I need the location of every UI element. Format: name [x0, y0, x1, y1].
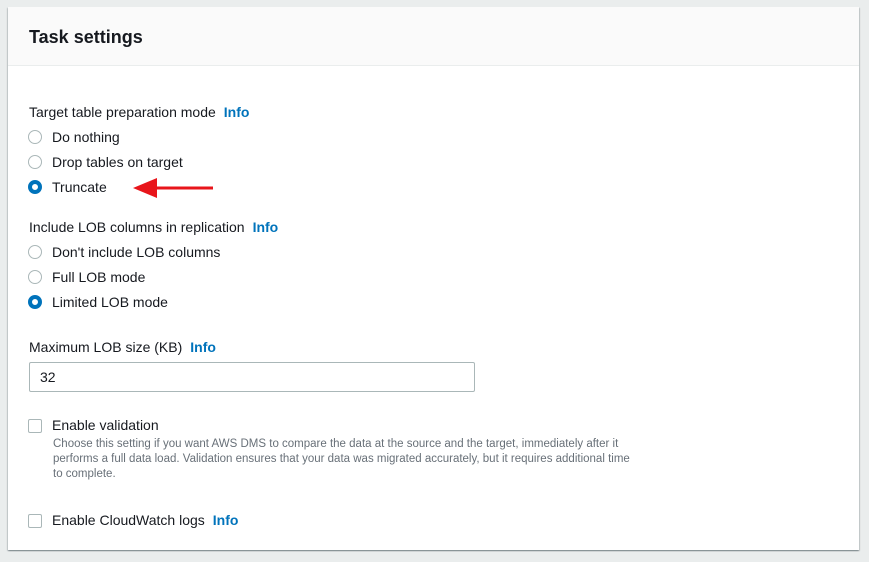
validation-description: Choose this setting if you want AWS DMS … [53, 438, 630, 480]
enable-validation-checkbox[interactable] [28, 419, 42, 433]
task-settings-panel: Task settings Target table preparation m… [8, 7, 859, 550]
lob-label: Include LOB columns in replication Info [29, 219, 278, 235]
radio-button[interactable] [28, 245, 42, 259]
radio-label: Don't include LOB columns [52, 244, 221, 260]
max-lob-info-link[interactable]: Info [190, 339, 216, 355]
radio-button-selected[interactable] [28, 180, 42, 194]
radio-label: Limited LOB mode [52, 294, 168, 310]
radio-do-nothing[interactable]: Do nothing [28, 127, 120, 147]
lob-info-link[interactable]: Info [253, 219, 279, 235]
enable-validation-label: Enable validation [52, 417, 159, 433]
radio-no-lob[interactable]: Don't include LOB columns [28, 242, 220, 262]
panel-title: Task settings [29, 27, 143, 47]
panel-header: Task settings [8, 7, 859, 66]
radio-button[interactable] [28, 155, 42, 169]
radio-drop-tables[interactable]: Drop tables on target [28, 152, 183, 172]
target-prep-label: Target table preparation mode Info [29, 104, 249, 120]
radio-label: Truncate [52, 179, 107, 195]
target-prep-info-link[interactable]: Info [224, 104, 250, 120]
radio-label: Do nothing [52, 129, 120, 145]
radio-label: Drop tables on target [52, 154, 183, 170]
enable-cloudwatch-checkbox[interactable] [28, 514, 42, 528]
radio-button-selected[interactable] [28, 295, 42, 309]
cloudwatch-label-text: Enable CloudWatch logs [52, 512, 205, 528]
radio-truncate[interactable]: Truncate [28, 177, 107, 197]
radio-full-lob[interactable]: Full LOB mode [28, 267, 145, 287]
max-lob-size-input[interactable] [29, 362, 475, 392]
target-prep-label-text: Target table preparation mode [29, 104, 216, 120]
enable-cloudwatch-label: Enable CloudWatch logs Info [52, 512, 238, 528]
enable-validation-checkbox-row[interactable]: Enable validation [28, 417, 159, 433]
enable-cloudwatch-checkbox-row[interactable]: Enable CloudWatch logs Info [28, 512, 238, 528]
lob-label-text: Include LOB columns in replication [29, 219, 245, 235]
max-lob-label-text: Maximum LOB size (KB) [29, 339, 183, 355]
red-arrow-icon [133, 178, 213, 198]
radio-button[interactable] [28, 130, 42, 144]
radio-label: Full LOB mode [52, 269, 146, 285]
radio-button[interactable] [28, 270, 42, 284]
max-lob-label: Maximum LOB size (KB) Info [29, 339, 216, 355]
cloudwatch-info-link[interactable]: Info [213, 512, 239, 528]
radio-limited-lob[interactable]: Limited LOB mode [28, 292, 168, 312]
